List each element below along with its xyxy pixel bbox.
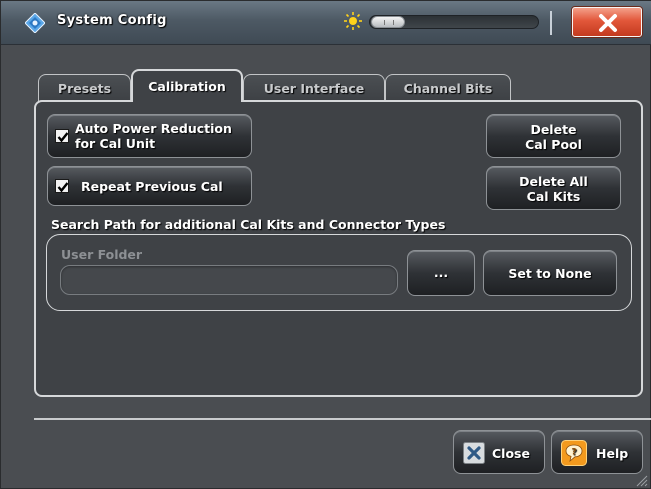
footer-divider <box>34 418 651 420</box>
help-icon: ? <box>561 440 587 466</box>
browse-folder-label: ... <box>433 265 449 280</box>
repeat-previous-cal-label: Repeat Previous Cal <box>81 179 223 194</box>
resize-grip-icon[interactable] <box>634 472 648 487</box>
sun-icon <box>343 11 363 31</box>
checkmark-icon <box>57 132 69 143</box>
browse-folder-button[interactable]: ... <box>407 250 475 296</box>
close-button[interactable]: Close <box>453 430 545 474</box>
checkmark-icon <box>57 182 69 193</box>
tab-user-interface[interactable]: User Interface <box>243 74 385 102</box>
auto-power-reduction-checkbox[interactable] <box>55 129 69 143</box>
help-button[interactable]: ? Help <box>551 430 643 474</box>
set-to-none-button[interactable]: Set to None <box>483 250 617 296</box>
delete-all-cal-kits-label-line1: Delete All <box>519 174 588 189</box>
close-x-icon <box>463 442 485 464</box>
delete-all-cal-kits-label-line2: Cal Kits <box>526 189 581 204</box>
search-path-group-label: Search Path for additional Cal Kits and … <box>51 217 446 232</box>
repeat-previous-cal-toggle[interactable]: Repeat Previous Cal <box>47 166 252 206</box>
title-separator <box>550 11 552 35</box>
window-close-button[interactable] <box>572 7 642 37</box>
brightness-slider-thumb[interactable] <box>371 16 405 28</box>
window-title: System Config <box>57 13 167 28</box>
delete-all-cal-kits-button[interactable]: Delete All Cal Kits <box>486 166 621 210</box>
user-folder-label: User Folder <box>61 247 143 262</box>
auto-power-reduction-label-line1: Auto Power Reduction <box>75 121 232 136</box>
auto-power-reduction-toggle[interactable]: Auto Power Reduction for Cal Unit <box>47 114 252 158</box>
svg-text:?: ? <box>571 448 576 458</box>
close-label: Close <box>492 446 530 461</box>
set-to-none-label: Set to None <box>508 266 592 281</box>
tab-presets[interactable]: Presets <box>38 74 131 102</box>
delete-cal-pool-label-line2: Cal Pool <box>525 137 582 152</box>
repeat-previous-cal-checkbox[interactable] <box>55 179 69 193</box>
tab-calibration[interactable]: Calibration <box>131 69 243 102</box>
help-label: Help <box>596 446 629 461</box>
settings-diamond-icon <box>24 12 46 34</box>
title-bar[interactable]: System Config <box>1 1 651 45</box>
system-config-window: System Config Presets Calibration User I… <box>0 0 651 489</box>
delete-cal-pool-label-line1: Delete <box>530 122 577 137</box>
delete-cal-pool-button[interactable]: Delete Cal Pool <box>486 114 621 158</box>
tab-channel-bits[interactable]: Channel Bits <box>385 74 511 102</box>
close-icon <box>599 14 617 32</box>
user-folder-field[interactable] <box>60 265 398 295</box>
auto-power-reduction-label-line2: for Cal Unit <box>75 136 156 151</box>
